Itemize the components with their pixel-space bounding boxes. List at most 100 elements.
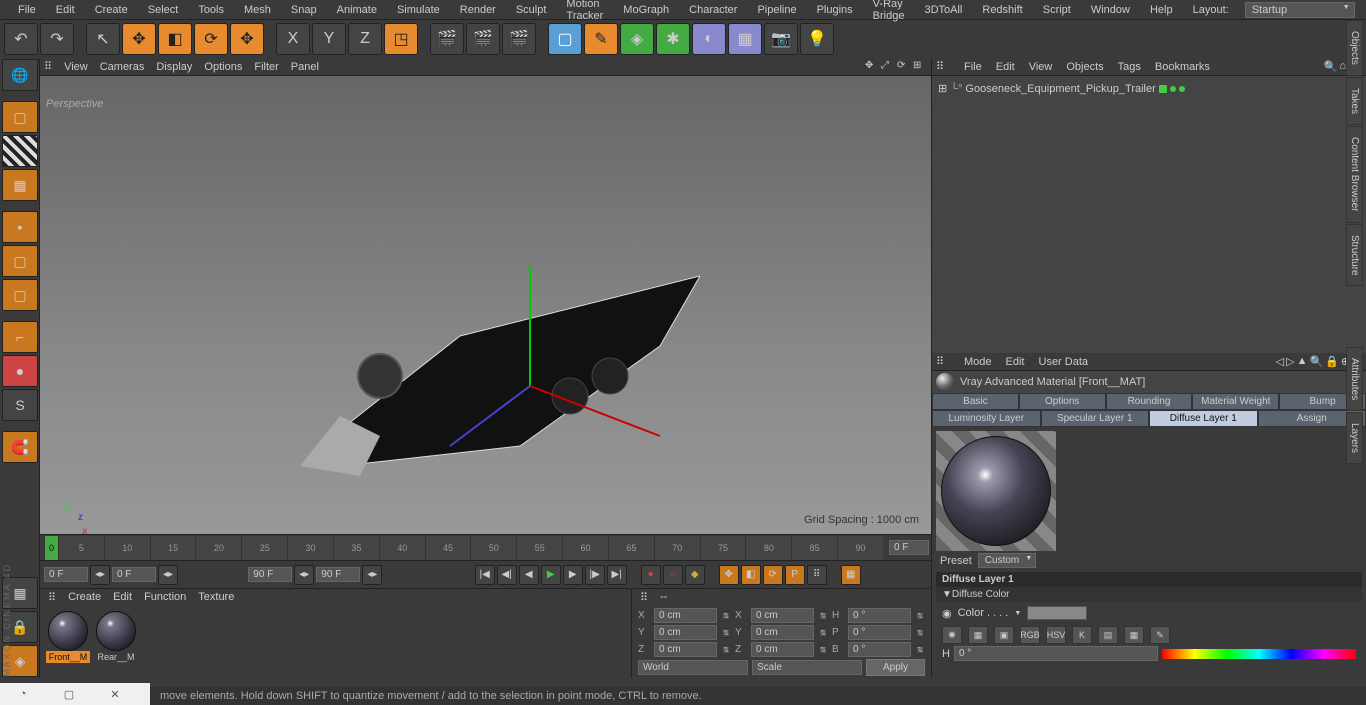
eyedropper-icon[interactable]: ✎ xyxy=(1150,626,1170,644)
tab-basic[interactable]: Basic xyxy=(932,393,1019,410)
vp-filter[interactable]: Filter xyxy=(254,61,278,73)
vp-zoom-icon[interactable]: ⤢ xyxy=(881,60,895,74)
kelvin-icon[interactable]: K xyxy=(1072,626,1092,644)
param-key-button[interactable]: P xyxy=(785,565,805,585)
polygons-mode-button[interactable]: ▢ xyxy=(2,279,38,311)
menu-tools[interactable]: Tools xyxy=(188,2,234,18)
prev-frame-button[interactable]: ◀ xyxy=(519,565,539,585)
render-view-button[interactable]: 🎬 xyxy=(430,23,464,55)
model-mode-button[interactable]: ▢ xyxy=(2,101,38,133)
menu-render[interactable]: Render xyxy=(450,2,506,18)
tab-attributes-dock[interactable]: Attributes xyxy=(1346,347,1363,411)
taskbar-close-icon[interactable]: ✕ xyxy=(92,684,138,704)
expand-icon[interactable]: ⊞ xyxy=(938,82,947,95)
keyframe-sel-button[interactable]: ◆ xyxy=(685,565,705,585)
frame-b-spin[interactable]: ◂▸ xyxy=(362,565,382,585)
vp-cameras[interactable]: Cameras xyxy=(100,61,145,73)
redo-button[interactable]: ↷ xyxy=(40,23,74,55)
search-icon[interactable]: 🔍 xyxy=(1359,1,1366,18)
attr-userdata[interactable]: User Data xyxy=(1039,356,1089,368)
render-dot[interactable] xyxy=(1170,86,1176,92)
floor-button[interactable]: ▦ xyxy=(728,23,762,55)
obj-objects[interactable]: Objects xyxy=(1066,61,1103,73)
rotate-button[interactable]: ⟳ xyxy=(194,23,228,55)
goto-prev-key-button[interactable]: ◀| xyxy=(497,565,517,585)
grip-icon[interactable]: ⠿ xyxy=(936,60,950,73)
mixer-icon[interactable]: ▤ xyxy=(1098,626,1118,644)
taskbar-maximize-icon[interactable]: ▢ xyxy=(46,684,92,704)
tweak-button[interactable]: ● xyxy=(2,355,38,387)
vp-display[interactable]: Display xyxy=(156,61,192,73)
menu-simulate[interactable]: Simulate xyxy=(387,2,450,18)
lock-icon[interactable]: 🔒 xyxy=(1325,355,1339,368)
menu-character[interactable]: Character xyxy=(679,2,747,18)
color-swatch[interactable] xyxy=(1027,606,1087,620)
material-preview[interactable] xyxy=(941,436,1051,546)
swatches-icon[interactable]: ▦ xyxy=(1124,626,1144,644)
menu-script[interactable]: Script xyxy=(1033,2,1081,18)
frame-a-field[interactable]: 90 F xyxy=(248,567,292,582)
obj-file[interactable]: File xyxy=(964,61,982,73)
search-icon[interactable]: 🔍 xyxy=(1310,355,1324,368)
obj-bookmarks[interactable]: Bookmarks xyxy=(1155,61,1210,73)
sculpt-button[interactable]: S xyxy=(2,389,38,421)
menu-plugins[interactable]: Plugins xyxy=(807,2,863,18)
play-button[interactable]: ▶ xyxy=(541,565,561,585)
object-tree[interactable]: ⊞ └° Gooseneck_Equipment_Pickup_Trailer xyxy=(932,76,1366,353)
y-axis-button[interactable]: Y xyxy=(312,23,346,55)
menu-motion-tracker[interactable]: Motion Tracker xyxy=(556,0,613,24)
menu-3dtoall[interactable]: 3DToAll xyxy=(914,2,972,18)
back-icon[interactable]: ◁ xyxy=(1276,355,1284,368)
goto-start-button[interactable]: |◀ xyxy=(475,565,495,585)
timeline-window-button[interactable]: ▦ xyxy=(841,565,861,585)
goto-end-button[interactable]: ▶| xyxy=(607,565,627,585)
grip-icon[interactable]: ⠿ xyxy=(48,591,56,607)
subdivision-button[interactable]: ◈ xyxy=(620,23,654,55)
x-pos-field[interactable]: 0 cm xyxy=(654,608,717,623)
tab-takes-dock[interactable]: Takes xyxy=(1346,77,1363,125)
vp-rotate-icon[interactable]: ⟳ xyxy=(897,60,911,74)
hue-slider[interactable] xyxy=(1162,649,1356,659)
pla-key-button[interactable]: ⠿ xyxy=(807,565,827,585)
layout-dropdown[interactable]: Startup xyxy=(1245,2,1355,18)
tab-objects-dock[interactable]: Objects xyxy=(1346,20,1363,76)
menu-select[interactable]: Select xyxy=(138,2,189,18)
vp-view[interactable]: View xyxy=(64,61,88,73)
diffuse-color-header[interactable]: ▼Diffuse Color xyxy=(936,587,1362,602)
h-rot-field[interactable]: 0 ° xyxy=(848,608,911,623)
obj-edit[interactable]: Edit xyxy=(996,61,1015,73)
tab-diffuse[interactable]: Diffuse Layer 1 xyxy=(1149,410,1258,427)
b-rot-field[interactable]: 0 ° xyxy=(848,642,911,657)
scale-button[interactable]: ◧ xyxy=(158,23,192,55)
rgb-icon[interactable]: RGB xyxy=(1020,626,1040,644)
y-pos-field[interactable]: 0 cm xyxy=(654,625,717,640)
menu-animate[interactable]: Animate xyxy=(327,2,387,18)
autokey-button[interactable]: ○ xyxy=(663,565,683,585)
coord-mode2[interactable]: Scale xyxy=(752,660,862,675)
menu-redshift[interactable]: Redshift xyxy=(972,2,1032,18)
tab-luminosity[interactable]: Luminosity Layer xyxy=(932,410,1041,427)
record-button[interactable]: ● xyxy=(641,565,661,585)
axis-button[interactable]: ⌐ xyxy=(2,321,38,353)
editor-dot[interactable] xyxy=(1179,86,1185,92)
live-select-button[interactable]: ↖ xyxy=(86,23,120,55)
pos-key-button[interactable]: ✥ xyxy=(719,565,739,585)
camera-button[interactable]: 📷 xyxy=(764,23,798,55)
menu-sculpt[interactable]: Sculpt xyxy=(506,2,557,18)
cube-button[interactable]: ▢ xyxy=(548,23,582,55)
color-radio[interactable]: ◉ xyxy=(942,607,952,620)
menu-edit[interactable]: Edit xyxy=(46,2,85,18)
tab-material-weight[interactable]: Material Weight xyxy=(1192,393,1279,410)
z-pos-field[interactable]: 0 cm xyxy=(654,642,717,657)
wheel-icon[interactable]: ✺ xyxy=(942,626,962,644)
tab-specular[interactable]: Specular Layer 1 xyxy=(1041,410,1150,427)
tab-options[interactable]: Options xyxy=(1019,393,1106,410)
mat-function[interactable]: Function xyxy=(144,591,186,607)
visibility-badge[interactable] xyxy=(1159,85,1167,93)
vp-options[interactable]: Options xyxy=(204,61,242,73)
deformer-button[interactable]: ◐ xyxy=(692,23,726,55)
fwd-icon[interactable]: ▷ xyxy=(1286,355,1294,368)
menu-window[interactable]: Window xyxy=(1081,2,1140,18)
scale-key-button[interactable]: ◧ xyxy=(741,565,761,585)
coord-mode1[interactable]: World xyxy=(638,660,748,675)
